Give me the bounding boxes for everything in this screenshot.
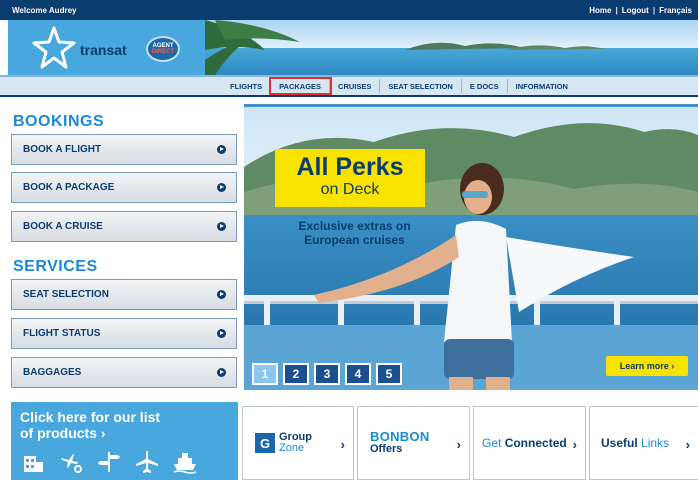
header-banner-image (205, 20, 698, 75)
arrow-right-icon (217, 145, 226, 154)
get-connected-dark: Connected (504, 436, 567, 450)
carousel-page-2[interactable]: 2 (283, 363, 309, 385)
button-label: FLIGHT STATUS (23, 328, 101, 339)
useful-links-text: Useful Links (601, 436, 669, 450)
book-a-cruise-button[interactable]: BOOK A CRUISE (11, 211, 237, 242)
separator: | (652, 5, 656, 15)
hotel-icon (24, 456, 43, 472)
cruise-ship-icon (173, 453, 197, 474)
get-connected-tile[interactable]: Get Connected › (473, 406, 586, 480)
carousel-page-4[interactable]: 4 (345, 363, 371, 385)
useful-links-tile[interactable]: Useful Links › (589, 406, 698, 480)
button-label: BOOK A PACKAGE (23, 182, 115, 193)
products-line-2: of products › (20, 425, 106, 441)
bonbon-text: BONBON Offers (370, 430, 430, 456)
arrow-right-icon (217, 183, 226, 192)
transat-star-logo-icon (32, 26, 76, 69)
plane-location-icon (61, 454, 82, 473)
chevron-right-icon: › (572, 437, 577, 452)
button-label: SEAT SELECTION (23, 289, 109, 300)
carousel-pager: 1 2 3 4 5 (252, 363, 402, 385)
bonbon-line-2: Offers (370, 443, 403, 455)
useful-links-light: Links (641, 436, 670, 450)
bonbon-line-1: BONBON (370, 429, 430, 444)
top-links: Home | Logout | Français (589, 6, 692, 15)
home-link[interactable]: Home (589, 6, 611, 15)
get-connected-text: Get Connected (482, 436, 567, 450)
nav-cruises[interactable]: CRUISES (330, 79, 381, 93)
products-text: Click here for our list of products › (20, 409, 160, 441)
welcome-text: Welcome Audrey (12, 5, 77, 15)
signpost-icon (98, 452, 120, 472)
bookings-title: BOOKINGS (13, 113, 105, 130)
hero-caption-line-2: European cruises (304, 233, 405, 247)
button-label: BOOK A FLIGHT (23, 144, 102, 155)
book-a-package-button[interactable]: BOOK A PACKAGE (11, 172, 237, 203)
products-line-1: Click here for our list (20, 409, 161, 425)
airplane-icon (136, 451, 158, 473)
main-nav: FLIGHTS PACKAGES CRUISES SEAT SELECTION … (0, 75, 698, 97)
seat-selection-button[interactable]: SEAT SELECTION (11, 279, 237, 310)
header: transat AGENT DIRECT (0, 20, 698, 75)
group-zone-logo-icon: G (255, 433, 275, 453)
get-connected-light: Get (482, 436, 502, 450)
group-zone-tile[interactable]: G Group Zone › (242, 406, 354, 480)
hero-caption-line-1: Exclusive extras on (298, 219, 411, 233)
book-a-flight-button[interactable]: BOOK A FLIGHT (11, 134, 237, 165)
direct-text: DIRECT (151, 49, 175, 55)
nav-information[interactable]: INFORMATION (508, 79, 576, 93)
logo-area[interactable]: transat AGENT DIRECT (8, 20, 205, 75)
baggages-button[interactable]: BAGGAGES (11, 357, 237, 388)
agent-direct-badge: AGENT DIRECT (146, 36, 180, 62)
group-zone-line-2: Zone (279, 442, 305, 454)
carousel-page-1[interactable]: 1 (252, 363, 278, 385)
arrow-right-icon (217, 368, 226, 377)
logout-link[interactable]: Logout (622, 6, 649, 15)
carousel-page-3[interactable]: 3 (314, 363, 340, 385)
hero-caption: Exclusive extras on European cruises (272, 219, 437, 247)
button-label: BOOK A CRUISE (23, 221, 103, 232)
brand-name: transat (80, 42, 127, 58)
button-label: BAGGAGES (23, 367, 82, 378)
learn-more-button[interactable]: Learn more › (606, 356, 688, 376)
hero-carousel[interactable]: All Perks on Deck Exclusive extras on Eu… (244, 104, 698, 390)
arrow-right-icon (217, 329, 226, 338)
nav-flights[interactable]: FLIGHTS (222, 79, 272, 93)
services-title: SERVICES (13, 258, 98, 275)
nav-packages[interactable]: PACKAGES (269, 77, 333, 95)
group-zone-text: Group Zone (279, 432, 312, 454)
product-icons (21, 450, 197, 474)
arrow-right-icon (217, 290, 226, 299)
chevron-right-icon: › (340, 437, 345, 452)
top-bar: Welcome Audrey Home | Logout | Français (0, 0, 698, 20)
hero-subtitle: on Deck (320, 181, 380, 198)
language-link[interactable]: Français (659, 6, 692, 15)
nav-e-docs[interactable]: E DOCS (462, 79, 508, 93)
flight-status-button[interactable]: FLIGHT STATUS (11, 318, 237, 349)
chevron-right-icon: › (685, 437, 690, 452)
hero-title-box: All Perks on Deck (275, 149, 425, 207)
products-list-banner[interactable]: Click here for our list of products › (11, 402, 238, 480)
separator: | (615, 5, 618, 15)
nav-seat-selection[interactable]: SEAT SELECTION (380, 79, 462, 93)
carousel-page-5[interactable]: 5 (376, 363, 402, 385)
arrow-right-icon (217, 222, 226, 231)
hero-title: All Perks (296, 153, 404, 181)
bonbon-offers-tile[interactable]: BONBON Offers › (357, 406, 470, 480)
useful-links-dark: Useful (601, 436, 638, 450)
chevron-right-icon: › (456, 437, 461, 452)
